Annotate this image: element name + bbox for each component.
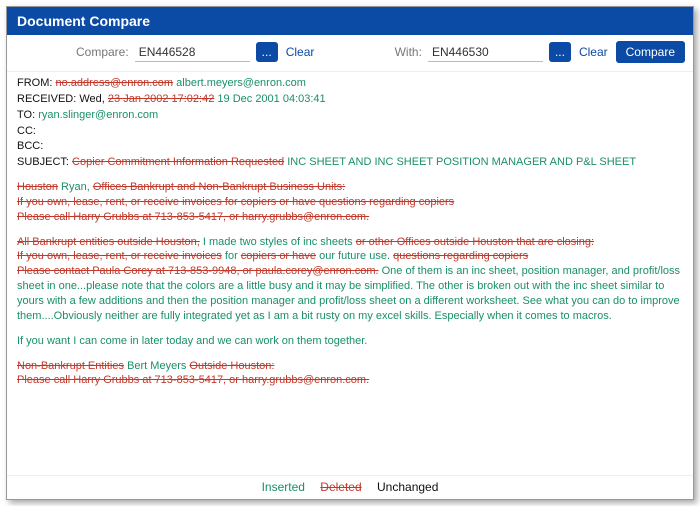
header-to: TO: ryan.slinger@enron.com bbox=[17, 108, 683, 123]
to-inserted: ryan.slinger@enron.com bbox=[38, 109, 158, 121]
subject-deleted: Copier Commitment Information Requested bbox=[72, 156, 284, 168]
legend-unchanged: Unchanged bbox=[377, 480, 438, 494]
header-received: RECEIVED: Wed, 23 Jan 2002 17:02:42 19 D… bbox=[17, 92, 683, 107]
header-cc: CC: bbox=[17, 124, 683, 139]
legend-inserted: Inserted bbox=[262, 480, 305, 494]
para-2: All Bankrupt entities outside Houston, I… bbox=[17, 235, 683, 324]
with-clear-button[interactable]: Clear bbox=[577, 45, 610, 59]
with-browse-button[interactable]: ... bbox=[549, 42, 571, 62]
with-input[interactable] bbox=[428, 43, 543, 62]
received-key: RECEIVED: bbox=[17, 93, 76, 105]
received-unchanged: Wed, bbox=[79, 93, 104, 105]
legend: Inserted Deleted Unchanged bbox=[7, 475, 693, 499]
to-key: TO: bbox=[17, 109, 35, 121]
with-label: With: bbox=[395, 45, 422, 59]
header-from: FROM: no.address@enron.com albert.meyers… bbox=[17, 76, 683, 91]
para-1: Houston Ryan, Offices Bankrupt and Non-B… bbox=[17, 180, 683, 225]
received-deleted: 23 Jan 2002 17:02:42 bbox=[108, 93, 214, 105]
from-deleted: no.address@enron.com bbox=[56, 77, 174, 89]
compare-label: Compare: bbox=[76, 45, 129, 59]
document-compare-window: Document Compare Compare: ... Clear With… bbox=[6, 6, 694, 500]
para-4: Non-Bankrupt Entities Bert Meyers Outsid… bbox=[17, 359, 683, 389]
cc-key: CC: bbox=[17, 125, 36, 137]
bcc-key: BCC: bbox=[17, 140, 43, 152]
compare-clear-button[interactable]: Clear bbox=[284, 45, 317, 59]
from-key: FROM: bbox=[17, 77, 52, 89]
compare-toolbar: Compare: ... Clear With: ... Clear Compa… bbox=[7, 35, 693, 72]
compare-browse-button[interactable]: ... bbox=[256, 42, 278, 62]
subject-inserted: INC SHEET AND INC SHEET POSITION MANAGER… bbox=[287, 156, 636, 168]
compare-input[interactable] bbox=[135, 43, 250, 62]
header-bcc: BCC: bbox=[17, 139, 683, 154]
legend-deleted: Deleted bbox=[320, 480, 361, 494]
window-titlebar: Document Compare bbox=[7, 7, 693, 35]
from-inserted: albert.meyers@enron.com bbox=[176, 77, 306, 89]
diff-body[interactable]: FROM: no.address@enron.com albert.meyers… bbox=[7, 72, 693, 475]
header-subject: SUBJECT: Copier Commitment Information R… bbox=[17, 155, 683, 170]
window-title: Document Compare bbox=[17, 13, 150, 29]
subject-key: SUBJECT: bbox=[17, 156, 69, 168]
para-3: If you want I can come in later today an… bbox=[17, 334, 683, 349]
compare-button[interactable]: Compare bbox=[616, 41, 685, 63]
received-inserted: 19 Dec 2001 04:03:41 bbox=[217, 93, 325, 105]
